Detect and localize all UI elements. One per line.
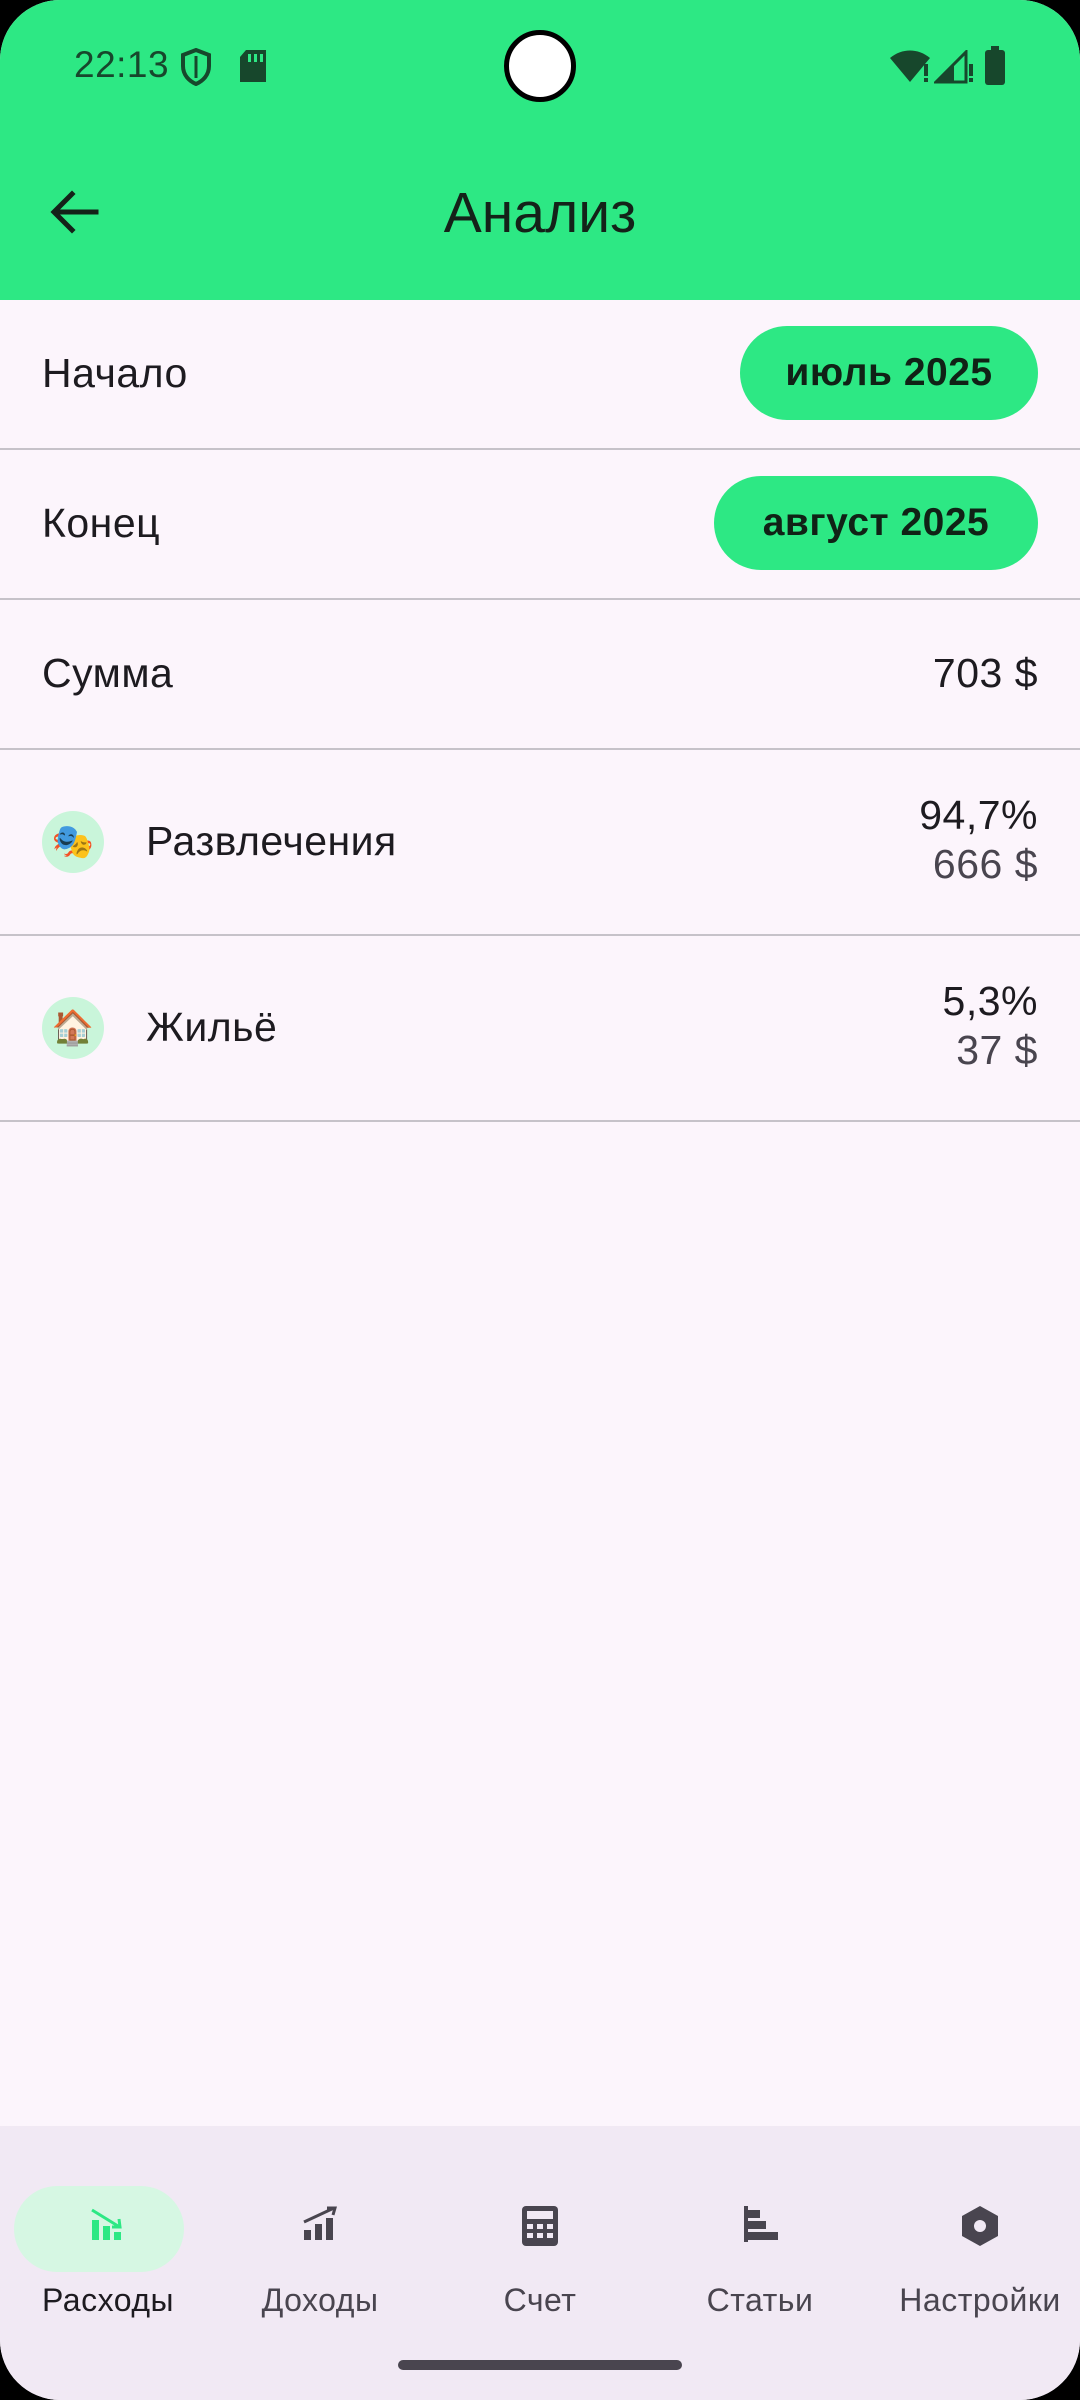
theater-masks-icon: 🎭 xyxy=(42,811,104,873)
page-title: Анализ xyxy=(443,181,637,245)
category-name: Развлечения xyxy=(146,818,397,864)
nav-label: Счет xyxy=(503,2282,577,2318)
nav-label: Доходы xyxy=(261,2282,379,2318)
income-chart-icon xyxy=(303,2206,337,2240)
calculator-icon xyxy=(522,2206,558,2246)
top-app-bar: 22:13 Анализ xyxy=(0,0,1080,300)
nav-label: Статьи xyxy=(706,2282,814,2318)
category-amount: 666 $ xyxy=(932,841,1038,887)
period-start-label: Начало xyxy=(42,350,188,396)
summary-value: 703 $ xyxy=(932,650,1038,696)
settings-icon xyxy=(962,2206,998,2246)
shield-icon xyxy=(181,48,211,86)
period-end-label: Конец xyxy=(42,500,161,546)
category-name: Жильё xyxy=(146,1004,278,1050)
house-icon: 🏠 xyxy=(42,997,104,1059)
period-start-row: Начало июль 2025 xyxy=(0,300,1080,450)
period-end-row: Конец август 2025 xyxy=(0,450,1080,600)
articles-icon xyxy=(744,2206,778,2242)
category-row[interactable]: 🏠 Жильё 5,3% 37 $ xyxy=(0,936,1080,1122)
nav-label: Расходы xyxy=(42,2282,174,2318)
camera-cutout xyxy=(504,30,576,102)
gesture-home-indicator[interactable] xyxy=(398,2360,682,2370)
category-percent: 94,7% xyxy=(919,792,1038,838)
screen: 22:13 Анализ Начало июль 2025 Конец авгу… xyxy=(0,0,1080,2400)
period-end-button[interactable]: август 2025 xyxy=(714,476,1038,570)
nav-item-income[interactable]: Доходы xyxy=(212,2156,428,2318)
nav-label: Настройки xyxy=(899,2282,1061,2318)
category-amount: 37 $ xyxy=(956,1027,1038,1073)
bottom-navigation: Расходы Доходы Счет Статьи Настройки xyxy=(0,2126,1080,2400)
wifi-icon xyxy=(890,50,930,82)
cellular-signal-icon xyxy=(934,50,973,84)
status-time: 22:13 xyxy=(74,44,170,85)
summary-row: Сумма 703 $ xyxy=(0,600,1080,750)
category-row[interactable]: 🎭 Развлечения 94,7% 666 $ xyxy=(0,750,1080,936)
period-start-button[interactable]: июль 2025 xyxy=(740,326,1038,420)
category-percent: 5,3% xyxy=(942,978,1038,1024)
summary-label: Сумма xyxy=(42,650,174,696)
sd-card-icon xyxy=(240,50,266,82)
nav-item-account[interactable]: Счет xyxy=(432,2156,648,2318)
nav-item-expenses[interactable]: Расходы xyxy=(0,2156,216,2318)
nav-item-settings[interactable]: Настройки xyxy=(872,2156,1080,2318)
battery-icon xyxy=(985,46,1005,85)
nav-item-articles[interactable]: Статьи xyxy=(652,2156,868,2318)
expenses-chart-icon xyxy=(91,2208,122,2240)
status-bar: 22:13 xyxy=(0,0,1080,130)
